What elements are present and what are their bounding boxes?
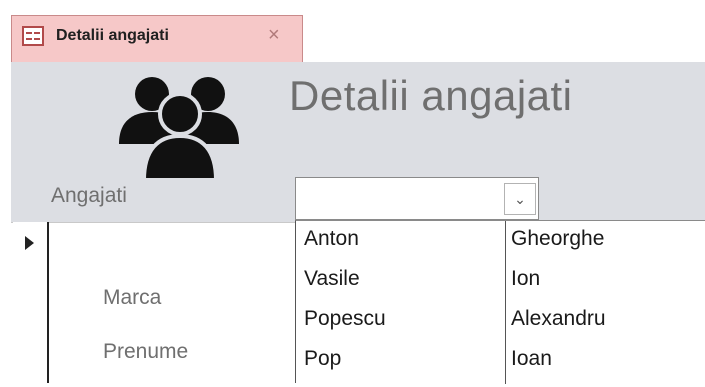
document-tab-strip: Detalii angajati ×	[0, 0, 705, 62]
dropdown-row[interactable]: Vasile Ion	[296, 267, 705, 307]
close-icon[interactable]: ×	[268, 24, 280, 47]
angajati-combo-box[interactable]: ⌄	[295, 177, 539, 220]
dropdown-cell-col2: Alexandru	[511, 307, 606, 330]
dropdown-cell-col1: Vasile	[304, 267, 360, 290]
dropdown-cell-col1: Anton	[304, 227, 359, 250]
chevron-down-icon[interactable]: ⌄	[504, 183, 536, 215]
dropdown-cell-col1: Pop	[304, 347, 342, 370]
people-group-icon	[119, 77, 239, 182]
prenume-label: Prenume	[103, 340, 189, 363]
angajati-dropdown-list[interactable]: Anton Gheorghe Vasile Ion Popescu Alexan…	[295, 220, 705, 384]
dropdown-cell-col2: Ioan	[511, 347, 552, 370]
marca-label: Marca	[103, 286, 162, 309]
angajati-label: Angajati	[51, 184, 127, 207]
tab-title: Detalii angajati	[56, 27, 169, 44]
dropdown-cell-col2: Gheorghe	[511, 227, 605, 250]
dropdown-cell-col1: Popescu	[304, 307, 386, 330]
dropdown-row[interactable]: Popescu Alexandru	[296, 307, 705, 347]
form-icon	[22, 26, 44, 46]
dropdown-row[interactable]: Anton Gheorghe	[296, 227, 705, 267]
record-selector[interactable]	[13, 222, 49, 383]
form-title: Detalii angajati	[289, 72, 573, 119]
dropdown-cell-col2: Ion	[511, 267, 541, 290]
tab-detalii-angajati[interactable]: Detalii angajati ×	[11, 15, 303, 62]
dropdown-row[interactable]: Pop Ioan	[296, 347, 705, 387]
record-selector-arrow-icon	[25, 236, 34, 250]
